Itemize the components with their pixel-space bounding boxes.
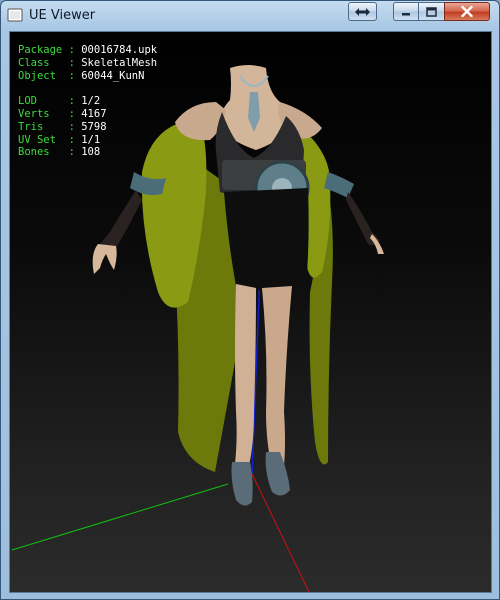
axis-y-line xyxy=(11,483,229,551)
swap-button[interactable] xyxy=(348,2,377,21)
info-value: 5798 xyxy=(81,120,107,133)
maximize-button[interactable] xyxy=(418,2,445,21)
info-value: 00016784.upk xyxy=(81,44,158,56)
minimize-button[interactable] xyxy=(393,2,419,21)
info-value: SkeletalMesh xyxy=(81,56,158,69)
info-separator: : xyxy=(62,44,82,56)
right-leg xyxy=(262,286,292,468)
app-icon xyxy=(7,8,23,22)
title-bar[interactable]: UE Viewer xyxy=(1,1,499,31)
info-lod-row: LOD : 1/2 xyxy=(18,95,157,108)
info-bones-row: Bones : 108 xyxy=(18,146,157,159)
info-label: Bones xyxy=(18,146,63,159)
info-label: LOD xyxy=(18,95,63,108)
info-value: 1/2 xyxy=(81,95,101,108)
info-verts-row: Verts : 4167 xyxy=(18,108,157,121)
mesh-info-panel: Package : 00016784.upk Class : SkeletalM… xyxy=(18,44,157,159)
maximize-icon xyxy=(426,6,437,17)
info-label: Verts xyxy=(18,107,63,120)
info-separator: : xyxy=(62,146,82,159)
info-uvset-row: UV Set : 1/1 xyxy=(18,134,157,147)
skirt xyxy=(224,188,309,290)
3d-viewport[interactable]: Package : 00016784.upk Class : SkeletalM… xyxy=(9,31,492,593)
info-separator: : xyxy=(62,69,82,82)
swap-icon xyxy=(355,7,370,16)
info-separator: : xyxy=(62,120,82,133)
info-class-row: Class : SkeletalMesh xyxy=(18,57,157,70)
left-foot xyxy=(231,462,253,506)
right-foot xyxy=(265,452,290,496)
close-icon xyxy=(461,6,473,17)
info-object-row: Object : 60044_KunN xyxy=(18,70,157,83)
info-label: Object xyxy=(18,69,63,82)
left-arm xyxy=(100,190,142,251)
close-button[interactable] xyxy=(444,2,490,21)
left-hand xyxy=(92,244,117,274)
info-separator: : xyxy=(62,133,82,146)
ue-viewer-window: UE Viewer Package: 00016784.upk Class:… xyxy=(0,0,500,600)
info-value: 108 xyxy=(81,146,101,159)
info-value: 4167 xyxy=(81,107,107,120)
info-label: Package xyxy=(18,44,63,56)
info-package-row: Package : 00016784.upk xyxy=(18,44,157,57)
window-title: UE Viewer xyxy=(29,8,96,23)
info-label: UV Set xyxy=(18,133,63,146)
info-separator: : xyxy=(62,107,82,120)
info-value: 1/1 xyxy=(81,133,101,146)
minimize-icon xyxy=(402,12,410,15)
info-label: Class xyxy=(18,56,63,69)
info-separator: : xyxy=(62,95,82,108)
info-separator: : xyxy=(62,56,82,69)
info-tris-row: Tris : 5798 xyxy=(18,121,157,134)
info-label: Tris xyxy=(18,120,63,133)
info-value: 60044_KunN xyxy=(81,69,145,82)
